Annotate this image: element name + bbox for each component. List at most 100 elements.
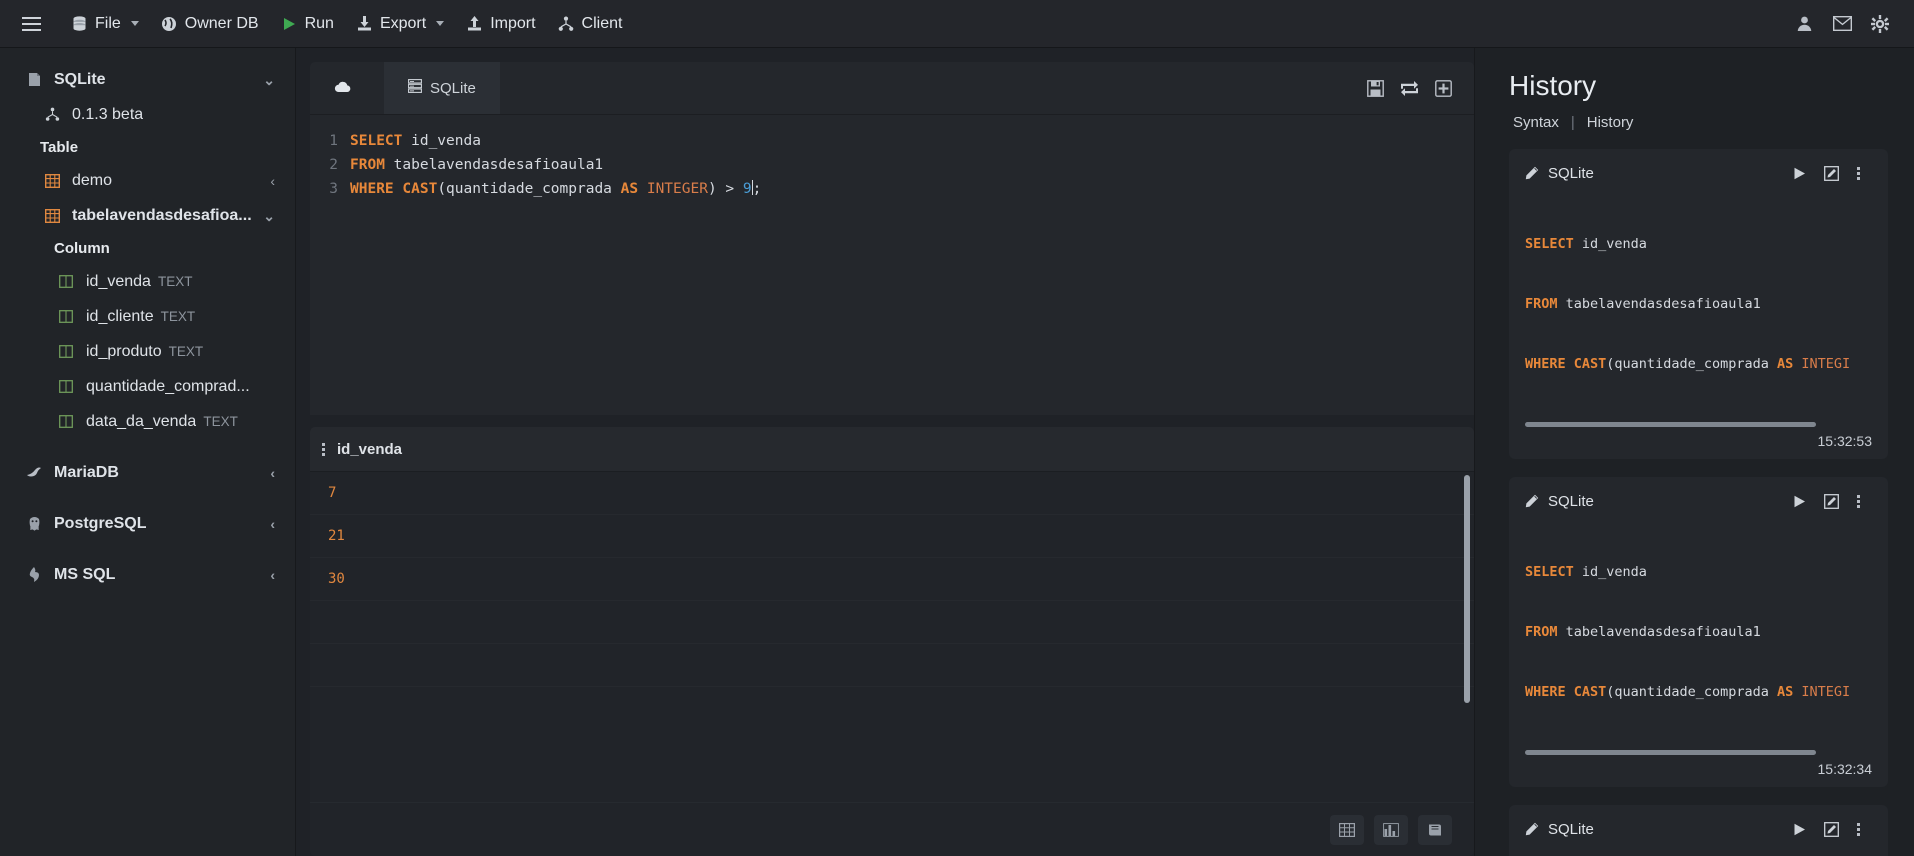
table-row[interactable]: 21	[310, 515, 1474, 558]
chevron-left-icon[interactable]: ‹	[270, 517, 275, 531]
history-sql-line: WHERE CAST(quantidade_comprada AS INTEGI	[1525, 354, 1872, 374]
sql-identifier: (quantidade_comprada	[1606, 356, 1777, 372]
menu-client[interactable]: Client	[547, 7, 634, 41]
add-icon[interactable]	[1435, 79, 1452, 97]
tab-cloud[interactable]	[310, 62, 384, 114]
chevron-left-icon[interactable]: ‹	[270, 466, 275, 480]
sidebar-column-label: quantidade_comprad...	[86, 377, 250, 395]
hamburger-menu-icon[interactable]	[14, 7, 48, 41]
table-row[interactable]	[310, 601, 1474, 644]
menu-export[interactable]: Export	[345, 7, 455, 41]
history-card-time: 15:32:34	[1817, 761, 1873, 777]
sidebar-connection-mariadb[interactable]: MariaDB ‹	[0, 455, 295, 490]
grid-view-icon[interactable]	[1330, 814, 1364, 845]
sidebar-column-data-da-venda[interactable]: data_da_venda TEXT	[0, 404, 295, 439]
sql-keyword: WHERE	[350, 181, 394, 197]
edit-icon[interactable]	[1824, 821, 1839, 837]
sql-keyword: SELECT	[350, 133, 403, 149]
history-card-sql: SELECT id_venda FROM tabelavendasdesafio…	[1525, 850, 1872, 856]
tab-history[interactable]: History	[1587, 114, 1634, 131]
menu-import[interactable]: Import	[455, 7, 546, 41]
history-card[interactable]: SQLite	[1509, 149, 1888, 459]
sql-number: 9	[742, 181, 752, 197]
run-icon[interactable]	[1793, 823, 1806, 836]
menu-run[interactable]: Run	[270, 7, 345, 41]
network-icon	[42, 107, 62, 122]
globe-icon	[161, 15, 178, 32]
history-card-header: SQLite	[1525, 818, 1872, 840]
run-icon[interactable]	[1793, 167, 1806, 180]
history-card[interactable]: SQLite	[1509, 477, 1888, 787]
history-sql-line: WHERE CAST(quantidade_comprada AS INTEGI	[1525, 682, 1872, 702]
results-scrollbar[interactable]	[1464, 475, 1470, 703]
cloud-icon	[334, 80, 352, 97]
sidebar-column-id-cliente[interactable]: id_cliente TEXT	[0, 299, 295, 334]
sql-identifier: tabelavendasdesafioaula1	[1557, 296, 1761, 312]
menu-file-label: File	[95, 14, 121, 32]
sql-keyword: WHERE	[1525, 684, 1566, 700]
sidebar-connection-mssql[interactable]: MS SQL ‹	[0, 557, 295, 592]
chart-view-icon[interactable]	[1374, 814, 1408, 845]
sidebar-connection-postgresql[interactable]: PostgreSQL ‹	[0, 506, 295, 541]
edit-icon[interactable]	[1824, 165, 1839, 181]
sidebar-column-label: id_venda	[86, 272, 151, 290]
history-card-engine: SQLite	[1548, 164, 1594, 182]
chevron-left-icon[interactable]: ‹	[270, 568, 275, 582]
top-toolbar: File Owner DB Run Export Import Client	[0, 0, 1914, 48]
history-card[interactable]: SQLite	[1509, 805, 1888, 856]
mail-icon[interactable]	[1832, 14, 1852, 34]
results-footer	[310, 802, 1474, 856]
tab-sqlite[interactable]: SQLite	[384, 62, 500, 114]
sidebar-section-column: Column	[54, 240, 110, 257]
menu-file[interactable]: File	[60, 7, 150, 41]
save-icon[interactable]	[1367, 79, 1384, 97]
more-icon[interactable]	[1857, 494, 1860, 508]
chevron-down-icon[interactable]: ⌄	[263, 209, 275, 223]
menu-owner-db[interactable]: Owner DB	[150, 7, 270, 41]
history-card-scrollbar[interactable]	[1525, 422, 1817, 427]
json-view-icon[interactable]	[1418, 814, 1452, 845]
run-icon[interactable]	[1793, 495, 1806, 508]
table-row[interactable]	[310, 644, 1474, 687]
sql-identifier: id_venda	[1573, 564, 1647, 580]
sql-code-editor[interactable]: 1 SELECT id_venda 2 FROM tabelavendasdes…	[310, 115, 1474, 415]
gear-icon[interactable]	[1870, 14, 1890, 34]
column-icon	[56, 310, 76, 323]
sync-icon[interactable]	[1400, 80, 1419, 97]
history-card-header: SQLite	[1525, 490, 1872, 512]
column-menu-icon[interactable]	[322, 442, 325, 456]
sidebar-column-id-produto[interactable]: id_produto TEXT	[0, 334, 295, 369]
sidebar-connection-sqlite[interactable]: SQLite ⌄	[0, 62, 295, 97]
table-row[interactable]: 30	[310, 558, 1474, 601]
sql-keyword: AS	[620, 181, 639, 197]
history-card-actions	[1793, 165, 1872, 181]
user-icon[interactable]	[1794, 14, 1814, 34]
sql-identifier: (quantidade_comprada	[437, 181, 621, 197]
sidebar-column-quantidade-comprada[interactable]: quantidade_comprad...	[0, 369, 295, 404]
sql-function: CAST	[1573, 356, 1607, 372]
sidebar-version[interactable]: 0.1.3 beta	[0, 97, 295, 132]
editor-actions	[1367, 62, 1474, 114]
sql-operator: ) >	[707, 181, 743, 197]
column-icon	[56, 345, 76, 358]
sidebar-column-id-venda[interactable]: id_venda TEXT	[0, 264, 295, 299]
main-body: SQLite ⌄ 0.1.3 beta Table demo ‹ tabelav…	[0, 48, 1914, 856]
edit-icon[interactable]	[1824, 493, 1839, 509]
more-icon[interactable]	[1857, 166, 1860, 180]
tab-syntax[interactable]: Syntax	[1513, 114, 1559, 131]
results-column-header: id_venda	[337, 440, 403, 458]
sidebar-table-tabelavendas[interactable]: tabelavendasdesafioa... ⌄	[0, 198, 295, 233]
history-card-scrollbar[interactable]	[1525, 750, 1817, 755]
menu-export-label: Export	[379, 14, 427, 32]
menu-client-label: Client	[581, 14, 623, 32]
upload-icon	[466, 15, 483, 32]
chevron-down-icon[interactable]: ⌄	[263, 73, 275, 87]
sidebar-connection-label: MS SQL	[54, 565, 116, 583]
sidebar-table-demo[interactable]: demo ‹	[0, 163, 295, 198]
menu-import-label: Import	[490, 14, 536, 32]
chevron-left-icon[interactable]: ‹	[270, 174, 275, 188]
sidebar-column-type: TEXT	[168, 344, 204, 359]
table-row[interactable]: 7	[310, 472, 1474, 515]
line-number: 1	[329, 133, 338, 149]
more-icon[interactable]	[1857, 822, 1860, 836]
